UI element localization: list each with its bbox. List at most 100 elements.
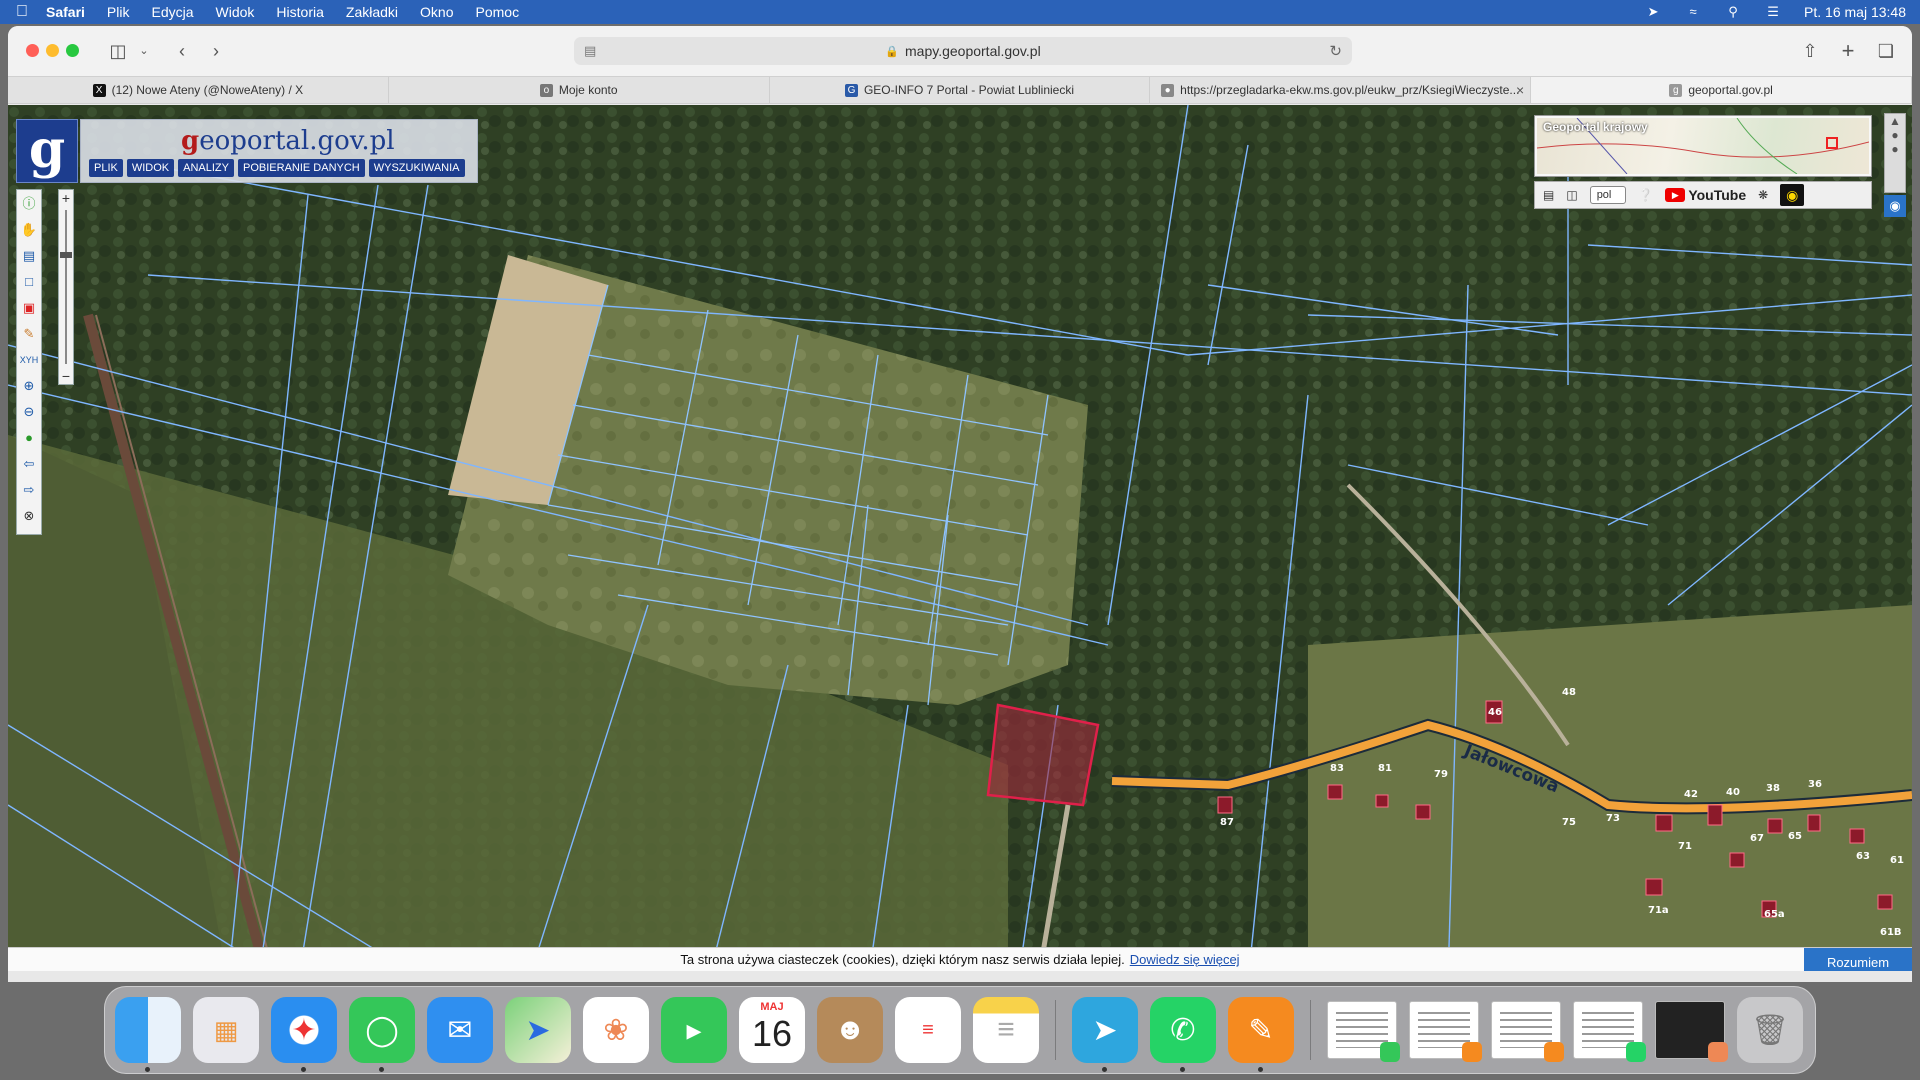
zoom-in-tool-icon[interactable]: ⊕ [19,376,39,396]
geoportal-icon: g [1669,83,1683,97]
launchpad-icon[interactable]: ▦ [193,997,259,1063]
close-window-button[interactable] [26,44,39,57]
reload-icon[interactable]: ↻ [1329,42,1342,60]
mail-icon[interactable]: ✉ [427,997,493,1063]
orthophoto-map[interactable]: Jałowcowa 46 48 83 81 79 87 75 73 71 67 … [8,105,1912,982]
tab-x-nowe-ateny[interactable]: X (12) Nowe Ateny (@NoweAteny) / X [8,77,389,103]
photos-icon[interactable]: ❀ [583,997,649,1063]
back-icon[interactable]: ‹ [168,38,196,64]
calendar-icon[interactable]: MAJ 16 [739,997,805,1063]
geoportal-menu: PLIK WIDOK ANALIZY POBIERANIE DANYCH WYS… [89,159,465,177]
recent-document-thumbnail[interactable] [1573,1001,1646,1062]
zoom-slider[interactable]: + − [58,189,74,385]
menu-pobieranie-danych[interactable]: POBIERANIE DANYCH [238,159,365,177]
menu-edycja[interactable]: Edycja [151,4,193,20]
menu-historia[interactable]: Historia [276,4,323,20]
contacts-icon[interactable]: ☻ [817,997,883,1063]
tab-geoportal[interactable]: g geoportal.gov.pl [1531,77,1912,103]
menu-okno[interactable]: Okno [420,4,453,20]
messages-icon[interactable]: ◯ [349,997,415,1072]
menu-plik[interactable]: Plik [107,4,130,20]
wifi-icon[interactable]: ≈ [1684,5,1702,19]
overview-map-panel[interactable]: Geoportal krajowy [1534,115,1872,177]
apple-icon[interactable]:  [16,3,46,21]
globe-extent-icon[interactable]: ● [19,428,39,448]
pages-icon[interactable]: ✎ [1228,997,1294,1072]
tab-ekw[interactable]: ● https://przegladarka-ekw.ms.gov.pl/euk… [1150,77,1532,103]
zoom-window-button[interactable] [66,44,79,57]
tab-overview-icon[interactable]: ❏ [1872,38,1900,64]
forward-icon[interactable]: › [202,38,230,64]
maps-icon[interactable]: ➤ [505,997,571,1063]
xyh-coordinates-icon[interactable]: XYH [19,350,39,370]
chevron-down-icon[interactable]: ⌄ [130,38,158,64]
telegram-status-icon[interactable]: ➤ [1644,5,1662,19]
menu-widok[interactable]: Widok [216,4,255,20]
layer-scroll-control[interactable]: ▲ ● ● [1884,113,1906,193]
menu-plik-gp[interactable]: PLIK [89,159,123,177]
menu-zakladki[interactable]: Zakładki [346,4,398,20]
cookie-banner: Ta strona używa ciasteczek (cookies), dz… [8,947,1912,978]
language-select[interactable]: pol [1589,186,1627,204]
reminders-icon[interactable]: ≡ [895,997,961,1063]
help-icon[interactable]: ❔ [1638,188,1653,202]
recent-document-thumbnail[interactable] [1327,1001,1400,1062]
cookie-learn-more-link[interactable]: Dowiedz się więcej [1130,952,1240,967]
page-menu-icon[interactable]: ▤ [584,43,596,59]
geoportal-logo[interactable]: g [16,119,78,183]
menu-app-name[interactable]: Safari [46,4,85,20]
safari-icon[interactable]: ✦ [271,997,337,1072]
sidebar-toggle-icon[interactable]: ◫ [104,38,132,64]
tab-bar: X (12) Nowe Ateny (@NoweAteny) / X o Moj… [8,76,1912,104]
whatsapp-icon[interactable]: ✆ [1150,997,1216,1072]
facetime-icon[interactable]: ▸ [661,997,727,1063]
menu-analizy[interactable]: ANALIZY [178,159,234,177]
new-tab-icon[interactable]: + [1834,38,1862,64]
zoom-plus-icon[interactable]: + [62,190,70,206]
tab-geo-info[interactable]: G GEO-INFO 7 Portal - Powiat Lubliniecki [770,77,1151,103]
zoom-track[interactable] [60,210,72,364]
house-number: 65a [1764,909,1785,920]
menubar-clock[interactable]: Pt. 16 maj 13:48 [1804,4,1906,20]
layers-eye-icon[interactable]: ◉ [1884,195,1906,217]
legend-icon[interactable]: ▤ [19,246,39,266]
notes-icon[interactable]: ≡ [973,997,1039,1063]
select-area-icon[interactable]: □ [19,272,39,292]
previous-view-icon[interactable]: ⇦ [19,454,39,474]
zoom-out-tool-icon[interactable]: ⊖ [19,402,39,422]
recent-document-thumbnail[interactable] [1409,1001,1482,1062]
trash-icon[interactable]: 🗑 [1737,997,1803,1063]
accessibility-icon[interactable]: ❋ [1758,188,1768,202]
pan-hand-icon[interactable]: ✋ [19,220,39,240]
house-number: 79 [1434,769,1448,780]
dock-separator [1310,1000,1311,1060]
contrast-eye-icon[interactable]: ◉ [1780,184,1805,206]
spotlight-search-icon[interactable]: ⚲ [1724,5,1742,19]
info-icon[interactable]: ⓘ [19,194,39,214]
menu-widok-gp[interactable]: WIDOK [126,159,175,177]
print-icon[interactable]: ▤ [1543,188,1554,202]
clear-icon[interactable]: ⊗ [19,506,39,526]
finder-icon[interactable] [115,997,181,1072]
map-viewport[interactable]: Jałowcowa 46 48 83 81 79 87 75 73 71 67 … [8,105,1912,982]
house-number: 42 [1684,789,1698,800]
save-icon[interactable]: ◫ [1566,188,1577,202]
share-icon[interactable]: ⇧ [1796,38,1824,64]
zoom-minus-icon[interactable]: − [62,368,70,384]
close-tab-icon[interactable]: × [1516,82,1524,98]
youtube-link[interactable]: ▶ YouTube [1665,187,1746,203]
menu-pomoc[interactable]: Pomoc [476,4,520,20]
dock-separator [1055,1000,1056,1060]
menu-wyszukiwania[interactable]: WYSZUKIWANIA [368,159,465,177]
minimize-window-button[interactable] [46,44,59,57]
select-red-icon[interactable]: ▣ [19,298,39,318]
recent-photos-thumbnail[interactable] [1655,1001,1728,1062]
zoom-handle[interactable] [60,252,72,258]
next-view-icon[interactable]: ⇨ [19,480,39,500]
tab-moje-konto[interactable]: o Moje konto [389,77,770,103]
telegram-icon[interactable]: ➤ [1072,997,1138,1072]
recent-document-thumbnail[interactable] [1491,1001,1564,1062]
address-bar[interactable]: ▤ 🔒 mapy.geoportal.gov.pl ↻ [574,37,1352,65]
draw-pencil-icon[interactable]: ✎ [19,324,39,344]
control-center-icon[interactable]: ☰ [1764,5,1782,19]
